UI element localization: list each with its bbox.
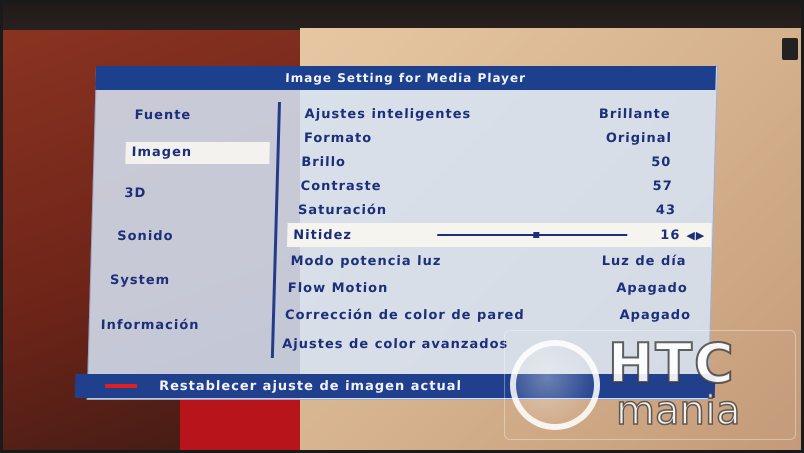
setting-value: Luz de día (601, 253, 687, 269)
sidebar-item-informacion[interactable]: Información (101, 318, 200, 333)
setting-value: Brillante (598, 106, 671, 122)
setting-ajustes-inteligentes[interactable]: Ajustes inteligentes Brillante (304, 103, 671, 125)
sidebar-item-label: System (109, 273, 171, 288)
watermark-line1: HTC (607, 331, 736, 396)
setting-label: Formato (303, 130, 373, 146)
red-key-icon (105, 384, 138, 388)
setting-value: 43 (655, 202, 677, 218)
setting-saturacion[interactable]: Saturación 43 (298, 199, 677, 221)
setting-flow-motion[interactable]: Flow Motion Apagado (287, 277, 688, 299)
htcmania-watermark: HTC mania (504, 330, 796, 440)
sidebar-item-3d[interactable]: 3D (124, 186, 146, 201)
slider-thumb[interactable] (532, 232, 540, 238)
setting-modo-potencia-luz[interactable]: Modo potencia luz Luz de día (290, 250, 687, 272)
sidebar-item-system[interactable]: System (110, 273, 171, 288)
watermark-line2: mania (615, 387, 741, 435)
setting-formato[interactable]: Formato Original (304, 127, 673, 149)
setting-label: Flow Motion (287, 280, 389, 296)
setting-contraste[interactable]: Contraste 57 (300, 175, 673, 197)
setting-label: Modo potencia luz (290, 253, 442, 269)
setting-value: Apagado (619, 307, 692, 323)
setting-value: Original (605, 130, 673, 146)
menu-title: Image Setting for Media Player (95, 66, 717, 90)
sidebar-item-label: Información (100, 318, 200, 333)
setting-value: 57 (652, 178, 673, 194)
left-right-arrows-icon[interactable]: ◀▶ (686, 229, 705, 242)
sidebar-item-label: 3D (124, 186, 147, 201)
setting-correccion-color-pared[interactable]: Corrección de color de pared Apagado (285, 304, 692, 326)
sidebar-item-fuente[interactable]: Fuente (134, 108, 191, 123)
sidebar-item-sonido[interactable]: Sonido (117, 229, 174, 244)
setting-value: Apagado (616, 280, 689, 296)
setting-label: Brillo (301, 154, 347, 170)
setting-brillo[interactable]: Brillo 50 (301, 151, 672, 173)
globe-icon (510, 340, 600, 430)
setting-value-group: 16 ◀▶ (660, 228, 705, 243)
setting-label: Corrección de color de pared (284, 307, 525, 323)
sidebar-item-imagen[interactable]: Imagen (125, 142, 270, 164)
setting-label: Saturación (297, 202, 388, 218)
sidebar-item-label: Sonido (117, 229, 174, 244)
setting-label: Ajustes inteligentes (304, 106, 472, 122)
setting-value: 50 (651, 154, 672, 170)
setting-label: Ajustes de color avanzados (282, 336, 509, 352)
sidebar-item-label: Fuente (134, 108, 192, 123)
setting-value: 16 (660, 227, 681, 243)
setting-label: Contraste (300, 178, 382, 194)
setting-nitidez[interactable]: Nitidez 16 ◀▶ (286, 223, 712, 247)
sidebar-item-label: Imagen (131, 145, 193, 160)
reset-image-hint[interactable]: Restablecer ajuste de imagen actual (159, 379, 462, 394)
setting-label: Nitidez (293, 227, 353, 243)
